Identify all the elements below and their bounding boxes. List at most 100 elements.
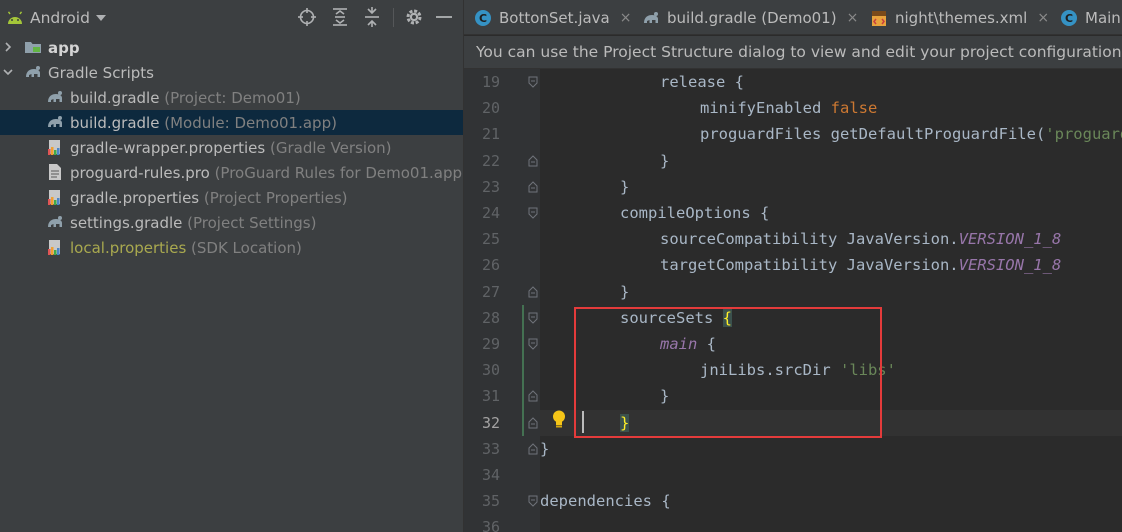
- chevron-down-icon[interactable]: [2, 66, 14, 78]
- project-view-selector[interactable]: Android: [6, 0, 106, 35]
- fold-start-icon[interactable]: [528, 312, 538, 324]
- fold-start-icon[interactable]: [528, 338, 538, 350]
- code-line[interactable]: }: [540, 174, 1122, 200]
- expand-all-icon[interactable]: [330, 7, 350, 27]
- tree-item-label: gradle-wrapper.properties (Gradle Versio…: [70, 138, 392, 157]
- code-line[interactable]: [540, 514, 1122, 532]
- tree-item[interactable]: settings.gradle (Project Settings): [0, 210, 463, 235]
- line-number: 33: [481, 439, 500, 458]
- code-token: }: [620, 282, 630, 301]
- code-token: 'proguard: [1045, 125, 1122, 144]
- editor-tab[interactable]: C Main: [1060, 0, 1121, 35]
- code-line[interactable]: targetCompatibility JavaVersion.VERSION_…: [540, 252, 1122, 278]
- tree-item[interactable]: Gradle Scripts: [0, 60, 463, 85]
- code-token: minifyEnabled: [700, 99, 831, 118]
- code-line[interactable]: }: [540, 148, 1122, 174]
- gradle-icon: [48, 216, 62, 227]
- vcs-change-marker[interactable]: [522, 331, 524, 358]
- code-line[interactable]: [540, 462, 1122, 488]
- tree-item-label: Gradle Scripts: [48, 63, 154, 82]
- tree-item-label: local.properties (SDK Location): [70, 238, 302, 257]
- vcs-change-marker[interactable]: [522, 357, 524, 384]
- tree-item[interactable]: proguard-rules.pro (ProGuard Rules for D…: [0, 160, 468, 185]
- tree-item-description: (Project Settings): [182, 213, 317, 232]
- code-token: }: [660, 151, 670, 170]
- fold-start-icon[interactable]: [528, 495, 538, 507]
- code-line[interactable]: proguardFiles getDefaultProguardFile('pr…: [540, 121, 1122, 147]
- code-line[interactable]: minifyEnabled false: [540, 95, 1122, 121]
- chevron-right-icon[interactable]: [2, 41, 14, 53]
- line-number: 31: [481, 387, 500, 406]
- code-token: }: [620, 177, 630, 196]
- line-number: 19: [481, 73, 500, 91]
- fold-end-icon[interactable]: [528, 416, 538, 429]
- code-editor[interactable]: release {minifyEnabled false proguardFile…: [540, 69, 1122, 532]
- line-number: 22: [481, 151, 500, 170]
- svg-text:C: C: [479, 12, 487, 25]
- java-class-icon: C: [475, 9, 491, 26]
- code-line[interactable]: compileOptions {: [540, 200, 1122, 226]
- text-caret: [582, 411, 584, 433]
- gradle-icon: [644, 11, 658, 23]
- tree-item-description: (SDK Location): [186, 238, 302, 257]
- fold-end-icon[interactable]: [528, 154, 538, 167]
- line-number: 24: [481, 204, 500, 222]
- fold-end-icon[interactable]: [528, 443, 538, 455]
- editor-tab[interactable]: build.gradle (Demo01) ×: [642, 0, 858, 35]
- line-number: 23: [481, 177, 500, 196]
- tab-label: Main: [1085, 8, 1121, 27]
- editor-tab[interactable]: night\themes.xml ×: [870, 0, 1049, 35]
- line-number: 35: [481, 492, 500, 511]
- editor-tab[interactable]: C BottonSet.java ×: [474, 0, 631, 35]
- tree-item-description: (Project Properties): [199, 188, 348, 207]
- fold-start-icon[interactable]: [528, 76, 538, 88]
- code-line[interactable]: release {: [540, 69, 1122, 95]
- code-token: sourceCompatibility JavaVersion.: [660, 230, 959, 249]
- tree-item-label: app: [48, 38, 80, 57]
- close-tab-icon[interactable]: ×: [847, 10, 859, 26]
- project-structure-notification[interactable]: You can use the Project Structure dialog…: [464, 36, 1122, 69]
- project-view-label: Android: [30, 8, 90, 27]
- tree-item[interactable]: build.gradle (Module: Demo01.app): [0, 110, 463, 135]
- properties-icon: [48, 140, 60, 155]
- gradle-icon: [26, 66, 40, 77]
- collapse-all-icon[interactable]: [362, 7, 382, 27]
- line-number: 30: [481, 361, 500, 380]
- xml-file-icon: [872, 10, 886, 26]
- code-line[interactable]: }: [540, 279, 1122, 305]
- vcs-change-marker[interactable]: [522, 409, 524, 436]
- code-line[interactable]: dependencies {: [540, 488, 1122, 514]
- vcs-change-marker[interactable]: [522, 304, 524, 331]
- project-toolbar: Android: [0, 0, 463, 35]
- code-token: VERSION_1_8: [958, 230, 1062, 249]
- annotation-highlight-box: [574, 307, 882, 438]
- code-token: release {: [660, 73, 744, 91]
- vcs-change-marker[interactable]: [522, 383, 524, 410]
- tree-item[interactable]: build.gradle (Project: Demo01): [0, 85, 463, 110]
- fold-end-icon[interactable]: [528, 285, 538, 298]
- folder-icon: [25, 42, 41, 53]
- fold-end-icon[interactable]: [528, 181, 538, 193]
- code-line[interactable]: }: [540, 436, 1122, 462]
- editor-area: C BottonSet.java × build.gradle (Demo01) × ni…: [464, 0, 1122, 532]
- code-token: proguardFiles getDefaultProguardFile(: [700, 125, 1046, 144]
- tree-item[interactable]: local.properties (SDK Location): [0, 235, 463, 260]
- fold-start-icon[interactable]: [528, 207, 538, 219]
- java-class-icon: C: [1061, 9, 1077, 26]
- hide-panel-icon[interactable]: [434, 7, 454, 27]
- tree-item[interactable]: gradle.properties (Project Properties): [0, 185, 463, 210]
- line-number: 36: [481, 518, 500, 532]
- line-number: 27: [481, 282, 500, 301]
- close-tab-icon[interactable]: ×: [620, 10, 632, 26]
- android-icon: [7, 10, 23, 24]
- gear-icon[interactable]: [404, 7, 424, 27]
- fold-end-icon[interactable]: [528, 390, 538, 402]
- tree-item[interactable]: app: [0, 35, 463, 60]
- lightbulb-icon[interactable]: [550, 409, 568, 429]
- tree-item[interactable]: gradle-wrapper.properties (Gradle Versio…: [0, 135, 463, 160]
- close-tab-icon[interactable]: ×: [1037, 10, 1049, 26]
- line-number: 29: [481, 335, 500, 353]
- line-number: 32: [481, 413, 500, 432]
- locate-file-icon[interactable]: [297, 7, 317, 27]
- code-line[interactable]: sourceCompatibility JavaVersion.VERSION_…: [540, 226, 1122, 252]
